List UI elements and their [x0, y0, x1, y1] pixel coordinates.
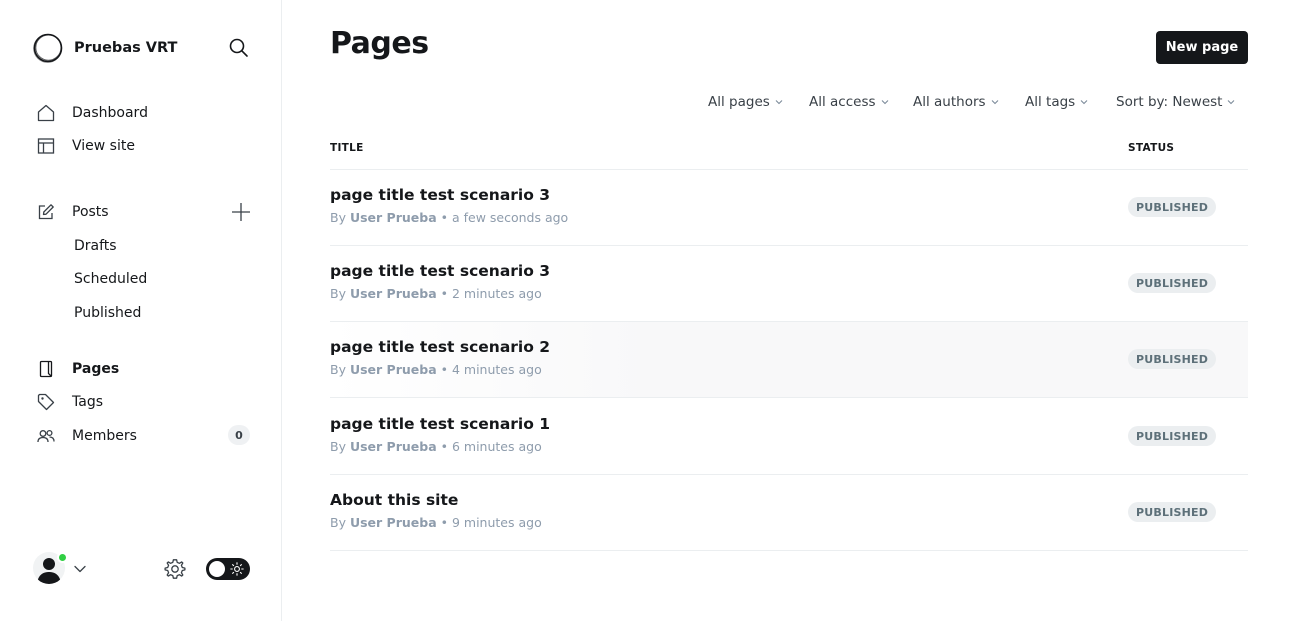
edit-icon: [36, 202, 56, 222]
nav-view-site-label: View site: [72, 138, 135, 154]
brand-name: Pruebas VRT: [74, 40, 178, 56]
meta-time: • 2 minutes ago: [440, 286, 542, 301]
page-row-meta: By User Prueba • a few seconds ago: [330, 210, 568, 225]
page-row-title: page title test scenario 3: [330, 262, 551, 280]
nav-posts-label: Posts: [72, 204, 109, 220]
filter-authors[interactable]: All authors: [913, 94, 999, 110]
column-header-title: TITLE: [330, 142, 364, 154]
meta-by: By: [330, 210, 346, 225]
brand[interactable]: Pruebas VRT: [32, 32, 177, 64]
theme-toggle[interactable]: [206, 558, 250, 580]
page-row-title: page title test scenario 1: [330, 415, 551, 433]
page-row-meta: By User Prueba • 2 minutes ago: [330, 286, 542, 301]
page-row-title: page title test scenario 3: [330, 186, 551, 204]
page-icon: [36, 359, 56, 379]
nav-members-label: Members: [72, 428, 137, 444]
filter-access-label: All access: [809, 94, 876, 110]
status-badge: PUBLISHED: [1128, 502, 1217, 522]
meta-time: • 9 minutes ago: [440, 515, 542, 530]
meta-author: User Prueba: [349, 439, 437, 454]
search-icon[interactable]: [228, 37, 250, 59]
table-row[interactable]: page title test scenario 2 By User Prueb…: [330, 322, 1248, 398]
filter-sort-label: Sort by: Newest: [1116, 94, 1223, 110]
meta-time: • a few seconds ago: [440, 210, 569, 225]
page-title: Pages: [330, 26, 429, 61]
nav-tags-label: Tags: [72, 394, 103, 410]
column-header-status: STATUS: [1128, 142, 1175, 154]
brand-ring-icon: [33, 33, 63, 63]
members-icon: [36, 426, 56, 446]
table-row[interactable]: page title test scenario 1 By User Prueb…: [330, 399, 1248, 475]
layout-icon: [36, 136, 56, 156]
theme-toggle-knob: [209, 561, 225, 577]
nav-scheduled[interactable]: Scheduled: [74, 267, 147, 291]
page-row-meta: By User Prueba • 4 minutes ago: [330, 362, 542, 377]
filter-tags[interactable]: All tags: [1025, 94, 1088, 110]
nav-pages-label: Pages: [72, 361, 120, 377]
gear-icon[interactable]: [163, 557, 187, 581]
chevron-down-icon: [1080, 100, 1088, 105]
meta-by: By: [330, 362, 346, 377]
table-row[interactable]: page title test scenario 3 By User Prueb…: [330, 246, 1248, 322]
filter-authors-label: All authors: [913, 94, 986, 110]
chevron-down-icon: [881, 100, 888, 105]
filter-access[interactable]: All access: [809, 94, 889, 110]
table-row[interactable]: page title test scenario 3 By User Prueb…: [330, 170, 1248, 246]
status-badge: PUBLISHED: [1128, 426, 1217, 446]
new-page-button[interactable]: New page: [1156, 31, 1248, 64]
page-row-meta: By User Prueba • 9 minutes ago: [330, 515, 542, 530]
table-row[interactable]: About this site By User Prueba • 9 minut…: [330, 475, 1248, 551]
meta-author: User Prueba: [349, 286, 437, 301]
page-row-title: page title test scenario 2: [330, 338, 551, 356]
filter-type[interactable]: All pages: [708, 94, 783, 110]
status-badge: PUBLISHED: [1128, 197, 1217, 217]
plus-icon[interactable]: [230, 201, 252, 223]
page-row-meta: By User Prueba • 6 minutes ago: [330, 439, 542, 454]
nav-drafts[interactable]: Drafts: [74, 234, 117, 258]
nav-tags[interactable]: Tags: [36, 389, 103, 415]
online-status-dot: [57, 552, 68, 563]
chevron-down-icon: [991, 100, 998, 105]
meta-author: User Prueba: [349, 515, 437, 530]
filter-sort[interactable]: Sort by: Newest: [1116, 94, 1235, 110]
filter-tags-label: All tags: [1025, 94, 1076, 110]
chevron-down-icon[interactable]: [73, 562, 87, 576]
sun-icon: [230, 562, 244, 576]
nav-posts[interactable]: Posts: [36, 199, 109, 225]
nav-view-site[interactable]: View site: [36, 133, 135, 159]
meta-author: User Prueba: [349, 362, 437, 377]
chevron-down-icon: [775, 100, 783, 105]
filter-bar: All pages All access All authors All tag…: [0, 94, 1296, 114]
nav-pages[interactable]: Pages: [36, 356, 119, 382]
chevron-down-icon: [1228, 100, 1235, 105]
meta-by: By: [330, 439, 346, 454]
meta-time: • 4 minutes ago: [440, 362, 542, 377]
meta-author: User Prueba: [349, 210, 437, 225]
members-count-badge: 0: [228, 425, 250, 445]
status-badge: PUBLISHED: [1128, 273, 1217, 293]
filter-type-label: All pages: [708, 94, 770, 110]
nav-members[interactable]: Members: [36, 423, 137, 449]
page-row-title: About this site: [330, 491, 459, 509]
meta-time: • 6 minutes ago: [440, 439, 542, 454]
meta-by: By: [330, 286, 346, 301]
nav-published[interactable]: Published: [74, 301, 141, 325]
meta-by: By: [330, 515, 346, 530]
status-badge: PUBLISHED: [1128, 349, 1217, 369]
tag-icon: [36, 392, 56, 412]
